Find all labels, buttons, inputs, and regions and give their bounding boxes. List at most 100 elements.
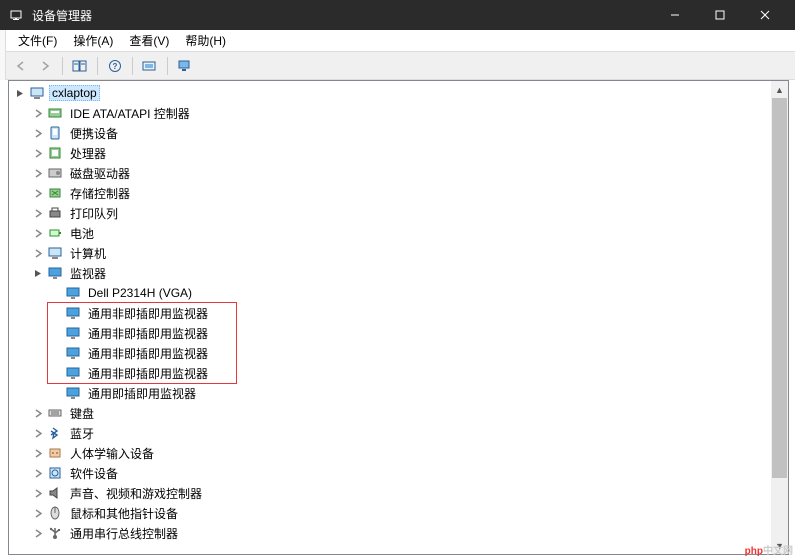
device-label: 通用非即插即用监视器 bbox=[85, 364, 211, 383]
menubar: 文件(F) 操作(A) 查看(V) 帮助(H) bbox=[0, 30, 795, 52]
vertical-scrollbar[interactable]: ▲ ▼ bbox=[771, 81, 788, 554]
menu-action[interactable]: 操作(A) bbox=[65, 30, 121, 51]
expand-toggle[interactable] bbox=[31, 426, 45, 440]
menu-view[interactable]: 查看(V) bbox=[121, 30, 177, 51]
tree-category[interactable]: 声音、视频和游戏控制器 bbox=[11, 483, 786, 503]
portable-icon bbox=[47, 125, 63, 141]
expand-toggle[interactable] bbox=[31, 266, 45, 280]
tree-category[interactable]: 键盘 bbox=[11, 403, 786, 423]
scroll-up-button[interactable]: ▲ bbox=[771, 81, 788, 98]
tree-device-monitor[interactable]: 通用即插即用监视器 bbox=[11, 383, 786, 403]
expand-toggle[interactable] bbox=[31, 106, 45, 120]
expand-spacer bbox=[49, 386, 63, 400]
tree-root-node[interactable]: cxlaptop bbox=[11, 83, 786, 103]
expand-toggle[interactable] bbox=[31, 126, 45, 140]
device-tree-container: cxlaptop IDE ATA/ATAPI 控制器便携设备处理器磁盘驱动器存储… bbox=[8, 80, 789, 555]
titlebar: 设备管理器 bbox=[0, 0, 795, 30]
device-label: 通用非即插即用监视器 bbox=[85, 344, 211, 363]
computer-icon bbox=[47, 245, 63, 261]
expand-spacer bbox=[49, 366, 63, 380]
menu-file[interactable]: 文件(F) bbox=[10, 30, 65, 51]
toolbar-separator bbox=[167, 57, 168, 75]
ide-icon bbox=[47, 105, 63, 121]
left-edge-fragment bbox=[0, 30, 6, 80]
help-button[interactable]: ? bbox=[104, 55, 126, 77]
printer-icon bbox=[47, 205, 63, 221]
expand-toggle[interactable] bbox=[31, 246, 45, 260]
monitor-icon bbox=[65, 285, 81, 301]
menu-help[interactable]: 帮助(H) bbox=[177, 30, 234, 51]
tree-category[interactable]: 通用串行总线控制器 bbox=[11, 523, 786, 543]
maximize-button[interactable] bbox=[697, 0, 742, 30]
category-label: 便携设备 bbox=[67, 124, 121, 143]
monitor-icon bbox=[65, 325, 81, 341]
category-label: 蓝牙 bbox=[67, 424, 97, 443]
properties-button[interactable] bbox=[69, 55, 91, 77]
category-label: 磁盘驱动器 bbox=[67, 164, 133, 183]
expand-toggle[interactable] bbox=[31, 166, 45, 180]
tree-category[interactable]: 处理器 bbox=[11, 143, 786, 163]
category-label: 电池 bbox=[67, 224, 97, 243]
tree-device-monitor[interactable]: 通用非即插即用监视器 bbox=[11, 323, 786, 343]
expand-toggle[interactable] bbox=[31, 226, 45, 240]
device-label: Dell P2314H (VGA) bbox=[85, 285, 195, 301]
category-label: 软件设备 bbox=[67, 464, 121, 483]
tree-category[interactable]: 蓝牙 bbox=[11, 423, 786, 443]
app-icon bbox=[8, 7, 24, 23]
tree-category-monitors[interactable]: 监视器 bbox=[11, 263, 786, 283]
expand-toggle[interactable] bbox=[31, 526, 45, 540]
expand-spacer bbox=[49, 306, 63, 320]
storage-icon bbox=[47, 185, 63, 201]
category-label: 监视器 bbox=[67, 264, 109, 283]
expand-toggle[interactable] bbox=[31, 486, 45, 500]
tree-category[interactable]: 软件设备 bbox=[11, 463, 786, 483]
minimize-button[interactable] bbox=[652, 0, 697, 30]
watermark: php中文网 bbox=[745, 542, 793, 557]
monitor-icon bbox=[47, 265, 63, 281]
monitor-icon bbox=[65, 365, 81, 381]
expand-spacer bbox=[49, 326, 63, 340]
tree-category[interactable]: 便携设备 bbox=[11, 123, 786, 143]
tree-category[interactable]: 存储控制器 bbox=[11, 183, 786, 203]
tree-device-monitor[interactable]: 通用非即插即用监视器 bbox=[11, 343, 786, 363]
expand-toggle[interactable] bbox=[31, 186, 45, 200]
software-icon bbox=[47, 465, 63, 481]
expand-toggle[interactable] bbox=[31, 206, 45, 220]
battery-icon bbox=[47, 225, 63, 241]
tree-category[interactable]: IDE ATA/ATAPI 控制器 bbox=[11, 103, 786, 123]
forward-button bbox=[34, 55, 56, 77]
expand-toggle[interactable] bbox=[31, 466, 45, 480]
expand-toggle[interactable] bbox=[31, 146, 45, 160]
expand-toggle[interactable] bbox=[13, 86, 27, 100]
expand-toggle[interactable] bbox=[31, 406, 45, 420]
monitor-icon bbox=[65, 345, 81, 361]
scan-hardware-button[interactable] bbox=[139, 55, 161, 77]
tree-category[interactable]: 电池 bbox=[11, 223, 786, 243]
tree-category[interactable]: 磁盘驱动器 bbox=[11, 163, 786, 183]
window-title: 设备管理器 bbox=[32, 7, 652, 24]
show-hidden-button[interactable] bbox=[174, 55, 196, 77]
expand-spacer bbox=[49, 286, 63, 300]
tree-category[interactable]: 人体学输入设备 bbox=[11, 443, 786, 463]
monitor-icon bbox=[65, 305, 81, 321]
usb-icon bbox=[47, 525, 63, 541]
scrollbar-thumb[interactable] bbox=[772, 98, 787, 478]
tree-device-monitor[interactable]: 通用非即插即用监视器 bbox=[11, 363, 786, 383]
toolbar-separator bbox=[132, 57, 133, 75]
cpu-icon bbox=[47, 145, 63, 161]
close-button[interactable] bbox=[742, 0, 787, 30]
category-label: 打印队列 bbox=[67, 204, 121, 223]
category-label: 人体学输入设备 bbox=[67, 444, 157, 463]
tree-category[interactable]: 打印队列 bbox=[11, 203, 786, 223]
tree-device-monitor[interactable]: Dell P2314H (VGA) bbox=[11, 283, 786, 303]
tree-category[interactable]: 鼠标和其他指针设备 bbox=[11, 503, 786, 523]
device-tree: cxlaptop IDE ATA/ATAPI 控制器便携设备处理器磁盘驱动器存储… bbox=[9, 81, 788, 545]
sound-icon bbox=[47, 485, 63, 501]
expand-spacer bbox=[49, 346, 63, 360]
disk-icon bbox=[47, 165, 63, 181]
tree-device-monitor[interactable]: 通用非即插即用监视器 bbox=[11, 303, 786, 323]
category-label: 计算机 bbox=[67, 244, 109, 263]
tree-category[interactable]: 计算机 bbox=[11, 243, 786, 263]
expand-toggle[interactable] bbox=[31, 506, 45, 520]
expand-toggle[interactable] bbox=[31, 446, 45, 460]
